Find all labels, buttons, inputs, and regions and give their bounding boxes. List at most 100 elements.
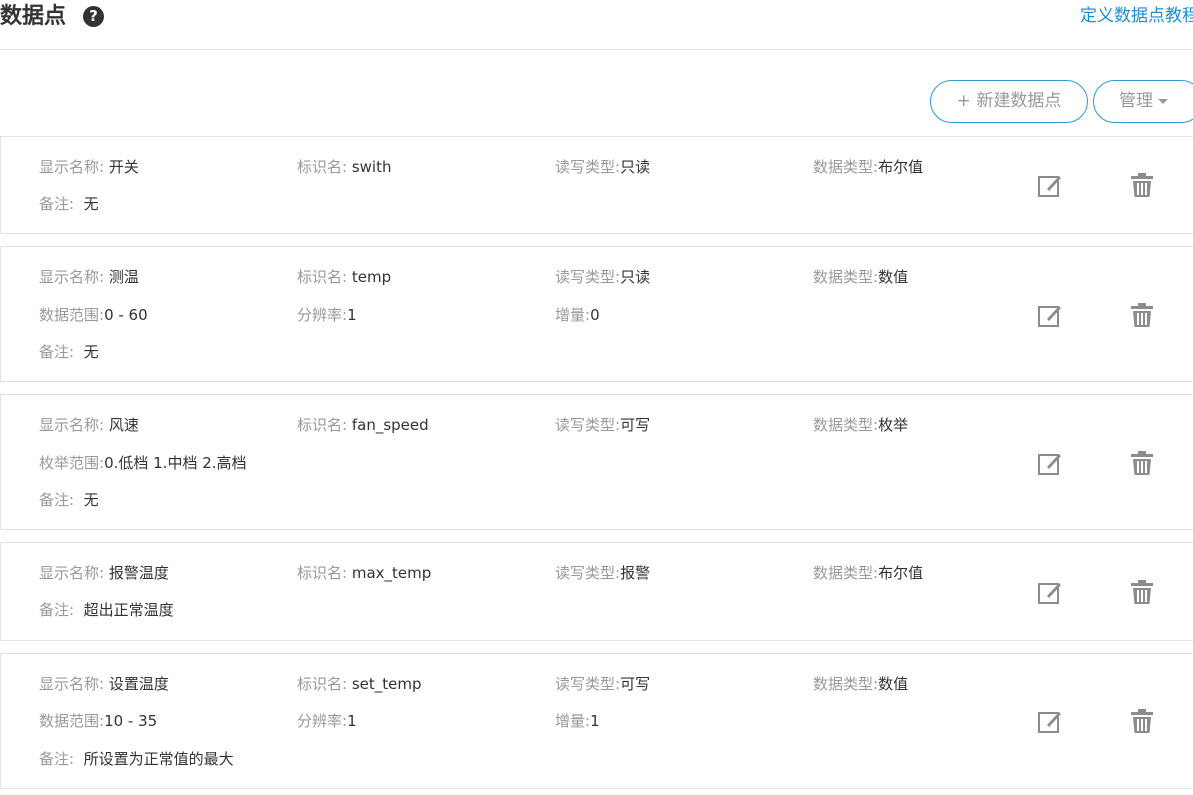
display-name-field: 显示名称: 开关	[39, 157, 139, 177]
display-name-field: 显示名称: 报警温度	[39, 563, 169, 583]
rw-type-field: 读写类型:可写	[555, 674, 650, 694]
remark-field: 备注: 无	[39, 342, 99, 362]
data-type-field: 数据类型:布尔值	[813, 157, 923, 177]
field-value: 报警	[620, 564, 651, 582]
datapoint-card: 显示名称: 测温 标识名: temp 读写类型:只读 数据类型:数值 数据范围:…	[0, 246, 1193, 382]
field-label: 数据类型:	[813, 564, 879, 582]
field-value: fan_speed	[351, 416, 429, 434]
field-label: 读写类型:	[555, 564, 621, 582]
field-value: 无	[83, 195, 99, 213]
field-label: 读写类型:	[555, 675, 621, 693]
field-label: 备注:	[39, 343, 75, 361]
datapoint-card: 显示名称: 设置温度 标识名: set_temp 读写类型:可写 数据类型:数值…	[0, 653, 1193, 789]
identifier-field: 标识名: set_temp	[297, 674, 422, 694]
field-label: 显示名称:	[39, 675, 105, 693]
resolution-field: 分辨率:1	[297, 711, 357, 731]
field-label: 分辨率:	[297, 712, 348, 730]
edit-icon[interactable]	[1037, 172, 1063, 198]
resolution-field: 分辨率:1	[297, 305, 357, 325]
manage-dropdown-button[interactable]: 管理	[1093, 80, 1193, 123]
field-value: 数值	[878, 268, 909, 286]
rw-type-field: 读写类型:可写	[555, 415, 650, 435]
field-label: 读写类型:	[555, 158, 621, 176]
edit-icon[interactable]	[1037, 302, 1063, 328]
rw-type-field: 读写类型:只读	[555, 267, 650, 287]
field-value: 设置温度	[108, 675, 169, 693]
rw-type-field: 读写类型:报警	[555, 563, 650, 583]
field-label: 增量:	[555, 712, 591, 730]
field-label: 数据类型:	[813, 158, 879, 176]
new-datapoint-button[interactable]: + 新建数据点	[930, 80, 1088, 123]
field-value: 数值	[878, 675, 909, 693]
field-label: 数据类型:	[813, 416, 879, 434]
data-type-field: 数据类型:数值	[813, 267, 908, 287]
question-circle-icon[interactable]: ?	[83, 6, 104, 27]
trash-icon[interactable]	[1129, 302, 1155, 328]
remark-field: 备注: 超出正常温度	[39, 600, 174, 620]
field-label: 枚举范围:	[39, 454, 105, 472]
datapoint-card: 显示名称: 开关 标识名: swith 读写类型:只读 数据类型:布尔值 备注:…	[0, 136, 1193, 234]
field-label: 标识名:	[297, 268, 348, 286]
data-range-field: 数据范围:0 - 60	[39, 305, 148, 325]
data-type-field: 数据类型:枚举	[813, 415, 908, 435]
field-label: 读写类型:	[555, 416, 621, 434]
edit-icon[interactable]	[1037, 708, 1063, 734]
page-header: 数据点 ? 定义数据点教程	[0, 0, 1193, 50]
field-value: set_temp	[351, 675, 422, 693]
rw-type-field: 读写类型:只读	[555, 157, 650, 177]
tutorial-link[interactable]: 定义数据点教程	[1080, 5, 1193, 27]
enum-range-field: 枚举范围:0.低档 1.中档 2.高档	[39, 453, 247, 473]
field-value: 风速	[108, 416, 139, 434]
display-name-field: 显示名称: 设置温度	[39, 674, 169, 694]
field-label: 备注:	[39, 601, 75, 619]
field-value: 只读	[620, 268, 651, 286]
field-label: 备注:	[39, 750, 75, 768]
increment-field: 增量:1	[555, 711, 600, 731]
field-value: 报警温度	[108, 564, 169, 582]
field-value: 可写	[620, 416, 651, 434]
field-value: 0 - 60	[104, 306, 148, 324]
field-value: 可写	[620, 675, 651, 693]
field-value: 布尔值	[878, 564, 924, 582]
field-label: 分辨率:	[297, 306, 348, 324]
field-value: 1	[590, 712, 600, 730]
field-value: 枚举	[878, 416, 909, 434]
data-range-field: 数据范围:10 - 35	[39, 711, 157, 731]
page-title: 数据点	[0, 4, 67, 29]
field-label: 显示名称:	[39, 158, 105, 176]
remark-field: 备注: 所设置为正常值的最大	[39, 749, 234, 769]
trash-icon[interactable]	[1129, 450, 1155, 476]
field-label: 增量:	[555, 306, 591, 324]
trash-icon[interactable]	[1129, 579, 1155, 605]
field-value: 10 - 35	[104, 712, 158, 730]
field-label: 数据类型:	[813, 675, 879, 693]
field-label: 显示名称:	[39, 416, 105, 434]
display-name-field: 显示名称: 风速	[39, 415, 139, 435]
field-label: 数据范围:	[39, 712, 105, 730]
identifier-field: 标识名: fan_speed	[297, 415, 429, 435]
field-label: 备注:	[39, 491, 75, 509]
field-value: 0	[590, 306, 600, 324]
display-name-field: 显示名称: 测温	[39, 267, 139, 287]
identifier-field: 标识名: temp	[297, 267, 391, 287]
field-label: 显示名称:	[39, 268, 105, 286]
trash-icon[interactable]	[1129, 172, 1155, 198]
field-value: 只读	[620, 158, 651, 176]
field-value: temp	[351, 268, 392, 286]
field-value: 无	[83, 491, 99, 509]
field-value: 1	[347, 306, 357, 324]
field-value: 布尔值	[878, 158, 924, 176]
edit-icon[interactable]	[1037, 450, 1063, 476]
caret-down-icon	[1158, 98, 1168, 104]
field-label: 标识名:	[297, 416, 348, 434]
field-value: 所设置为正常值的最大	[83, 750, 234, 768]
field-label: 显示名称:	[39, 564, 105, 582]
field-value: 1	[347, 712, 357, 730]
remark-field: 备注: 无	[39, 490, 99, 510]
trash-icon[interactable]	[1129, 708, 1155, 734]
datapoint-card: 显示名称: 风速 标识名: fan_speed 读写类型:可写 数据类型:枚举 …	[0, 394, 1193, 530]
field-value: 开关	[108, 158, 139, 176]
field-label: 数据范围:	[39, 306, 105, 324]
field-label: 标识名:	[297, 675, 348, 693]
edit-icon[interactable]	[1037, 579, 1063, 605]
